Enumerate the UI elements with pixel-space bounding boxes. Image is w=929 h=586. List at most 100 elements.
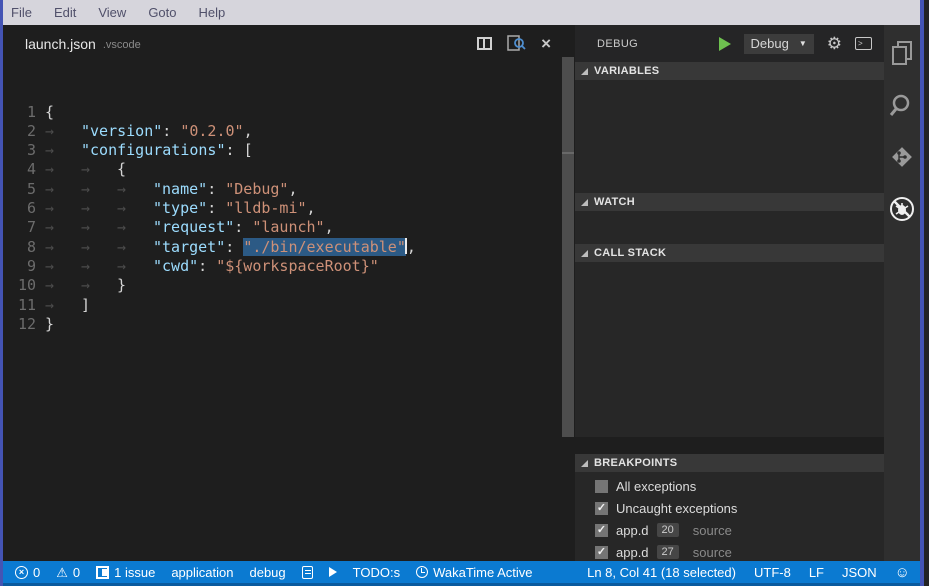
start-debug-icon[interactable] <box>719 37 731 51</box>
error-icon: × <box>15 566 28 579</box>
variables-content <box>575 80 884 193</box>
wakatime-indicator[interactable]: WakaTime Active <box>416 565 532 580</box>
encoding-selector[interactable]: UTF-8 <box>754 565 791 580</box>
code-token: "launch" <box>252 218 324 236</box>
debug-console-icon[interactable]: > <box>855 37 872 50</box>
code-editor[interactable]: 1{2→"version": "0.2.0",3→"configurations… <box>3 62 561 561</box>
gear-icon[interactable]: ⚙ <box>827 35 842 52</box>
menu-goto[interactable]: Goto <box>148 5 176 20</box>
close-tab-icon[interactable]: × <box>541 37 551 50</box>
code-line[interactable]: 12} <box>3 315 561 334</box>
code-token: → <box>81 276 117 295</box>
todos-label: TODO:s <box>353 565 400 580</box>
error-count: 0 <box>33 565 40 580</box>
code-line[interactable]: 4→→{ <box>3 160 561 179</box>
code-line[interactable]: 9→→→"cwd": "${workspaceRoot}" <box>3 257 561 276</box>
editor-scrollbar[interactable] <box>561 25 575 561</box>
scrollbar-slider[interactable] <box>562 57 574 437</box>
code-token: → <box>45 122 81 141</box>
breakpoint-item[interactable]: app.d27source <box>575 541 884 563</box>
code-line[interactable]: 8→→→"target": "./bin/executable", <box>3 238 561 257</box>
section-variables[interactable]: VARIABLES <box>575 62 884 80</box>
code-token: "target" <box>153 238 225 256</box>
debug-mode-label: debug <box>249 565 285 580</box>
code-line[interactable]: 10→→} <box>3 276 561 295</box>
task-application[interactable]: application <box>171 565 233 580</box>
code-token: "configurations" <box>81 141 226 159</box>
tab-filename[interactable]: launch.json <box>25 36 96 52</box>
code-token: → <box>45 238 81 257</box>
run-task-button[interactable] <box>329 567 337 577</box>
eol-selector[interactable]: LF <box>809 565 824 580</box>
open-preview-icon[interactable] <box>507 35 526 52</box>
section-breakpoints-label: BREAKPOINTS <box>594 457 677 469</box>
breakpoint-checkbox[interactable] <box>595 524 608 537</box>
breakpoint-item[interactable]: Uncaught exceptions <box>575 497 884 519</box>
issues-indicator[interactable]: 1 issue <box>96 565 155 580</box>
code-token: } <box>45 315 54 333</box>
code-token: , <box>307 199 316 217</box>
debug-toolbar: DEBUG Debug ▼ ⚙ > <box>575 25 884 62</box>
code-token: → <box>81 180 117 199</box>
document-indicator[interactable] <box>302 566 313 579</box>
breakpoint-checkbox[interactable] <box>595 546 608 559</box>
code-token: "request" <box>153 218 234 236</box>
split-editor-icon[interactable] <box>477 37 492 50</box>
section-watch-label: WATCH <box>594 196 635 208</box>
section-watch[interactable]: WATCH <box>575 193 884 211</box>
search-icon[interactable] <box>889 91 915 119</box>
breakpoint-detail: source <box>693 523 732 538</box>
cursor-position-label: Ln 8, Col 41 (18 selected) <box>587 565 736 580</box>
code-token: } <box>117 276 126 294</box>
code-token: : <box>225 238 243 256</box>
menu-edit[interactable]: Edit <box>54 5 76 20</box>
cursor-position[interactable]: Ln 8, Col 41 (18 selected) <box>587 565 736 580</box>
breakpoint-line-badge: 20 <box>657 523 679 537</box>
menu-view[interactable]: View <box>98 5 126 20</box>
breakpoint-label: Uncaught exceptions <box>616 501 737 516</box>
breakpoint-checkbox[interactable] <box>595 480 608 493</box>
menu-file[interactable]: File <box>11 5 32 20</box>
code-token: : <box>234 218 252 236</box>
watch-content <box>575 211 884 244</box>
chevron-down-icon: ▼ <box>799 39 807 48</box>
language-mode-selector[interactable]: JSON <box>842 565 877 580</box>
launch-config-dropdown[interactable]: Debug ▼ <box>744 34 814 54</box>
debug-icon[interactable] <box>888 195 916 223</box>
line-number: 5 <box>3 180 45 199</box>
code-token: "cwd" <box>153 257 198 275</box>
line-number: 1 <box>3 103 45 122</box>
code-token: → <box>81 257 117 276</box>
code-token: → <box>45 257 81 276</box>
section-breakpoints[interactable]: BREAKPOINTS <box>575 454 884 472</box>
warning-indicator[interactable]: ⚠ 0 <box>56 565 80 580</box>
code-token: : <box>162 122 180 140</box>
code-token: , <box>325 218 334 236</box>
menu-bar: File Edit View Goto Help <box>3 0 920 25</box>
twistie-icon <box>581 460 588 467</box>
code-line[interactable]: 11→] <box>3 296 561 315</box>
code-token: → <box>45 218 81 237</box>
code-line[interactable]: 3→"configurations": [ <box>3 141 561 160</box>
code-line[interactable]: 1{ <box>3 103 561 122</box>
source-control-icon[interactable] <box>889 143 915 171</box>
error-indicator[interactable]: × 0 <box>15 565 40 580</box>
breakpoint-item[interactable]: app.d20source <box>575 519 884 541</box>
menu-help[interactable]: Help <box>199 5 226 20</box>
explorer-icon[interactable] <box>890 39 914 67</box>
code-token: → <box>117 199 153 218</box>
breakpoint-item[interactable]: All exceptions <box>575 475 884 497</box>
todos-indicator[interactable]: TODO:s <box>353 565 400 580</box>
code-line[interactable]: 2→"version": "0.2.0", <box>3 122 561 141</box>
section-call-stack[interactable]: CALL STACK <box>575 244 884 262</box>
breakpoint-label: All exceptions <box>616 479 696 494</box>
code-token: → <box>117 238 153 257</box>
breakpoint-checkbox[interactable] <box>595 502 608 515</box>
code-token: : <box>198 257 216 275</box>
breakpoint-line-badge: 27 <box>657 545 679 559</box>
code-line[interactable]: 5→→→"name": "Debug", <box>3 180 561 199</box>
code-line[interactable]: 6→→→"type": "lldb-mi", <box>3 199 561 218</box>
task-debug[interactable]: debug <box>249 565 285 580</box>
code-line[interactable]: 7→→→"request": "launch", <box>3 218 561 237</box>
feedback-smiley-icon[interactable]: ☺ <box>895 565 910 580</box>
